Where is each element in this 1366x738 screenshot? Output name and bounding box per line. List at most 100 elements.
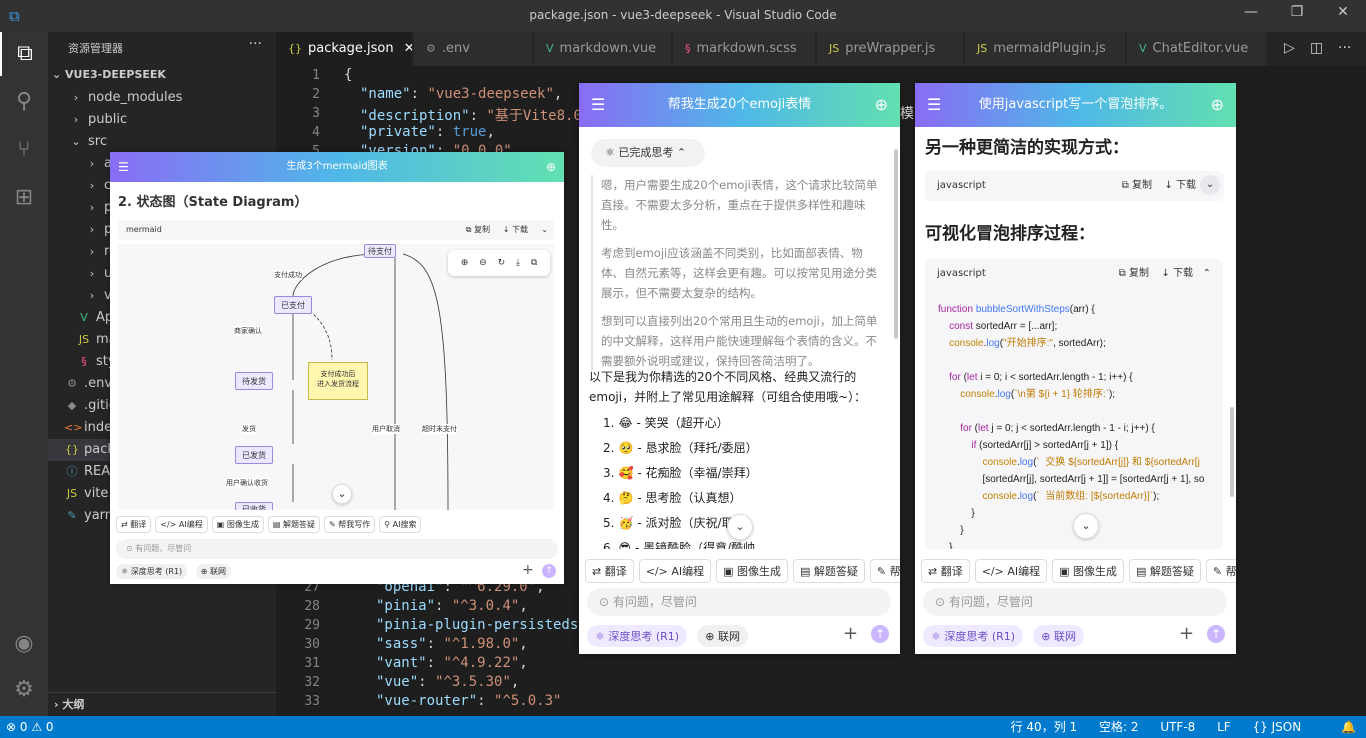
chat-input[interactable]: ⊙ 有问题，尽管问: [587, 588, 891, 616]
project-folder[interactable]: ⌄ VUE3-DEEPSEEK: [52, 68, 166, 81]
scrollbar[interactable]: [894, 149, 898, 339]
tree-item[interactable]: › public: [48, 109, 276, 131]
tool-icon: ✎: [1212, 565, 1226, 578]
tool-chip[interactable]: ▣ 图像生成: [716, 559, 789, 583]
language-mode[interactable]: {} JSON: [1253, 720, 1320, 734]
warning-count: 0: [45, 720, 54, 734]
tool-chip[interactable]: ⚲ AI搜索: [379, 516, 422, 533]
tool-chip[interactable]: ⇄ 翻译: [116, 516, 152, 533]
tool-chip[interactable]: ⇄ 翻译: [585, 559, 634, 583]
tool-chip[interactable]: ▣ 图像生成: [211, 516, 264, 533]
web-search-toggle[interactable]: ⊕ 联网: [195, 564, 231, 579]
tab-file[interactable]: § markdown.scss: [673, 32, 816, 66]
more-actions-icon[interactable]: ···: [249, 36, 262, 52]
download-button[interactable]: ↓ 下载: [503, 220, 528, 240]
scroll-down-button[interactable]: ⌄: [1073, 513, 1099, 539]
new-chat-icon[interactable]: ⊕: [875, 83, 888, 127]
menu-icon[interactable]: ☰: [118, 152, 129, 182]
split-editor-icon[interactable]: ◫: [1310, 40, 1323, 56]
thinking-toggle[interactable]: ⚛ 已完成思考 ⌃: [591, 139, 705, 167]
new-chat-icon[interactable]: ⊕: [546, 152, 556, 182]
restore-icon[interactable]: ❐: [1274, 4, 1320, 28]
attach-icon[interactable]: +: [843, 623, 858, 644]
copy-button[interactable]: ⧉ 复制: [1122, 171, 1152, 201]
new-chat-icon[interactable]: ⊕: [1211, 83, 1224, 127]
run-icon[interactable]: ▷: [1284, 40, 1295, 56]
more-icon[interactable]: ···: [1338, 40, 1351, 56]
menu-icon[interactable]: ☰: [591, 83, 605, 127]
tool-chip[interactable]: </> AI编程: [974, 559, 1048, 583]
explorer-icon[interactable]: ⧉: [0, 32, 48, 76]
tab-file[interactable]: V ChatEditor.vue: [1127, 32, 1267, 66]
settings-gear-icon[interactable]: ⚙: [0, 668, 48, 712]
account-icon[interactable]: ◉: [0, 622, 48, 666]
deep-think-toggle[interactable]: ⚛ 深度思考 (R1): [587, 625, 688, 647]
tool-chip[interactable]: ▤ 解题答疑: [267, 516, 320, 533]
problems-indicator[interactable]: ⊗ 0 ⚠ 0: [6, 716, 54, 738]
tab-file[interactable]: ⚙ .env: [414, 32, 533, 66]
deep-think-toggle[interactable]: ⚛ 深度思考 (R1): [923, 625, 1024, 647]
collapse-icon[interactable]: ⌄: [541, 220, 548, 240]
chat-input[interactable]: ⊙ 有问题，尽管问: [116, 539, 558, 559]
code-value: "^4.9.22": [443, 655, 520, 671]
send-button[interactable]: ↑: [1207, 625, 1225, 643]
minimize-icon[interactable]: —: [1228, 4, 1274, 28]
menu-icon[interactable]: ☰: [927, 83, 941, 127]
cursor-position[interactable]: 行 40，列 1: [1011, 720, 1078, 734]
tree-item[interactable]: › node_modules: [48, 87, 276, 109]
tool-chip[interactable]: ✎ 帮: [1205, 559, 1236, 583]
quick-tools: ⇄ 翻译 </> AI编程 ▣ 图像生成 ▤ 解题答疑 ✎ 帮: [921, 559, 1236, 583]
tool-chip[interactable]: ▤ 解题答疑: [1129, 559, 1201, 583]
search-icon[interactable]: ⚲: [0, 80, 48, 124]
scroll-down-button[interactable]: ⌄: [727, 514, 753, 540]
tool-chip[interactable]: </> AI编程: [155, 516, 208, 533]
close-window-icon[interactable]: ✕: [1320, 4, 1366, 28]
source-control-icon[interactable]: ⑂: [0, 128, 48, 172]
tab-file[interactable]: JS preWrapper.js: [817, 32, 964, 66]
close-tab-icon[interactable]: ✕: [400, 41, 412, 56]
zoom-out-icon[interactable]: ⊖: [479, 258, 487, 268]
collapse-icon[interactable]: ⌃: [1203, 259, 1211, 289]
web-search-toggle[interactable]: ⊕ 联网: [697, 625, 748, 647]
reset-icon[interactable]: ↻: [498, 258, 506, 268]
tool-chip[interactable]: </> AI编程: [638, 559, 712, 583]
tool-chip[interactable]: ▤ 解题答疑: [793, 559, 865, 583]
tool-chip[interactable]: ▣ 图像生成: [1052, 559, 1125, 583]
tool-chip[interactable]: ✎ 帮: [869, 559, 900, 583]
tab-file[interactable]: Vmarkdown.vue: [534, 32, 672, 66]
file-type-icon: ›: [89, 289, 95, 302]
tool-chip[interactable]: ✎ 帮我写作: [323, 516, 376, 533]
download-button[interactable]: ↓ 下载: [1164, 171, 1196, 201]
copy-button[interactable]: ⧉ 复制: [466, 220, 490, 240]
tab-label: .env: [441, 41, 470, 56]
extensions-icon[interactable]: ⊞: [0, 176, 48, 220]
outline-section[interactable]: › 大纲: [48, 692, 276, 716]
send-button[interactable]: ↑: [871, 625, 889, 643]
attach-icon[interactable]: +: [522, 562, 534, 578]
list-text: - 笑哭（超开心）: [636, 416, 729, 430]
tree-item[interactable]: ⌄ src: [48, 131, 276, 153]
encoding[interactable]: UTF-8: [1160, 720, 1195, 734]
scrollbar[interactable]: [1230, 407, 1234, 497]
send-button[interactable]: ↑: [542, 564, 556, 578]
tab-file[interactable]: JS mermaidPlugin.js: [965, 32, 1126, 66]
download-icon[interactable]: ⤓: [516, 258, 520, 268]
expand-icon[interactable]: ⌄: [1200, 175, 1220, 195]
copy-button[interactable]: ⧉ 复制: [1119, 259, 1149, 289]
indentation[interactable]: 空格: 2: [1099, 720, 1139, 734]
code-value: "^5.0.3": [494, 693, 562, 709]
deep-think-toggle[interactable]: ⚛ 深度思考 (R1): [116, 564, 188, 579]
chat-input[interactable]: ⊙ 有问题，尽管问: [923, 588, 1227, 616]
code-key: "sass": [376, 636, 427, 652]
notifications-icon[interactable]: 🔔: [1341, 720, 1356, 734]
scroll-down-button[interactable]: ⌄: [332, 484, 352, 504]
web-search-toggle[interactable]: ⊕ 联网: [1033, 625, 1084, 647]
export-icon[interactable]: ⧉: [531, 258, 537, 268]
tab-active[interactable]: {} package.json ✕: [276, 32, 413, 66]
zoom-in-icon[interactable]: ⊕: [461, 258, 469, 268]
attach-icon[interactable]: +: [1179, 623, 1194, 644]
download-button[interactable]: ↓ 下载: [1161, 259, 1193, 289]
emoji-glyph: 🥺: [618, 441, 634, 455]
line-ending[interactable]: LF: [1217, 720, 1231, 734]
tool-chip[interactable]: ⇄ 翻译: [921, 559, 970, 583]
